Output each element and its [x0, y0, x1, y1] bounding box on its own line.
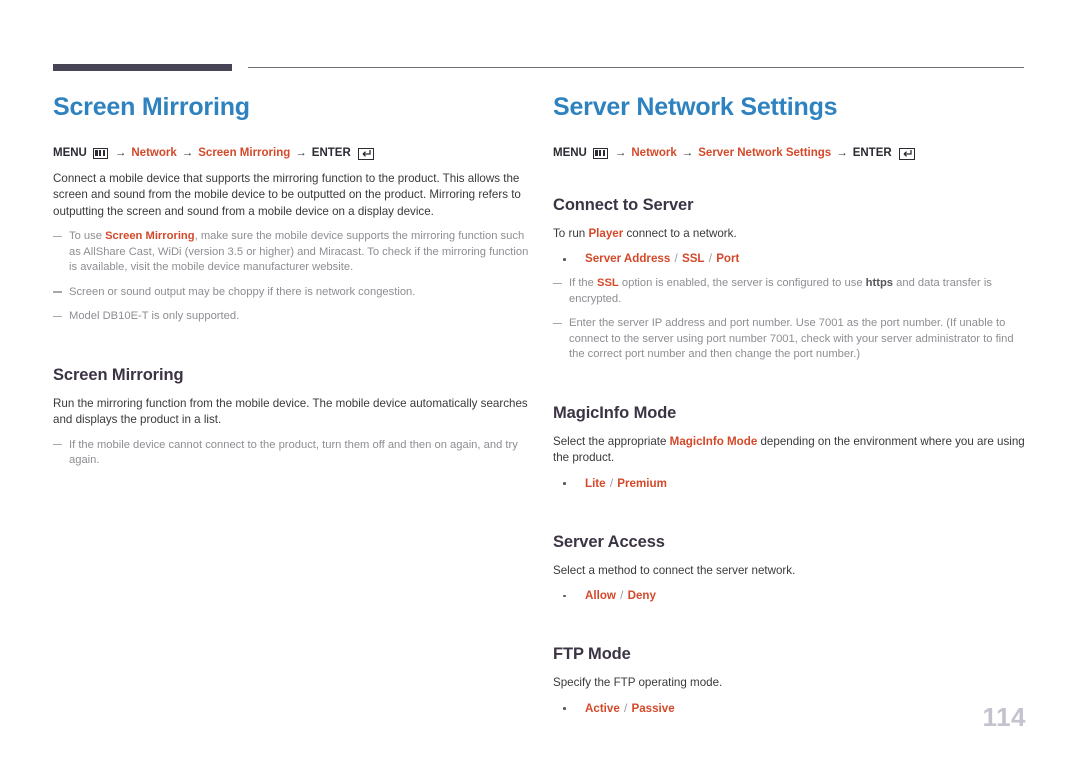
header-rule-thick: [53, 64, 232, 71]
header-rule-group: [53, 64, 1024, 74]
body-pre: Select the appropriate: [553, 434, 670, 448]
section-body-screen-mirroring: Run the mirroring function from the mobi…: [53, 396, 528, 427]
section-note-screen-mirroring: If the mobile device cannot connect to t…: [53, 438, 531, 469]
section-body-magicinfo-mode: Select the appropriate MagicInfo Mode de…: [553, 434, 1031, 467]
arrow-icon-1: →: [114, 147, 127, 159]
option-port: Port: [716, 252, 740, 266]
note-ssl: If the SSL option is enabled, the server…: [553, 276, 1031, 307]
note-ssl-pre: If the: [569, 277, 597, 290]
menu-path-step-screen-mirroring: Screen Mirroring: [198, 147, 291, 159]
option-list-connect-to-server: Server Address / SSL / Port: [553, 251, 1031, 267]
note-port-number: Enter the server IP address and port num…: [553, 316, 1031, 363]
note-port-text: Enter the server IP address and port num…: [569, 317, 1014, 361]
page-title-server-network-settings: Server Network Settings: [553, 93, 838, 121]
section-heading-magicinfo-mode: MagicInfo Mode: [553, 403, 677, 422]
enter-label: ENTER: [311, 147, 351, 159]
arrow-icon-3: →: [836, 147, 848, 159]
body-accent-player: Player: [588, 227, 624, 240]
note-ssl-mid: option is enabled, the server is configu…: [618, 277, 866, 290]
option-lite: Lite: [585, 476, 606, 490]
menu-label: MENU: [53, 147, 87, 159]
menu-grid-icon: [92, 148, 108, 159]
section-heading-ftp-mode: FTP Mode: [553, 645, 631, 664]
arrow-icon-3: →: [295, 147, 307, 159]
option-deny: Deny: [627, 589, 656, 603]
option-separator: /: [620, 701, 631, 715]
menu-path-step-network: Network: [131, 147, 177, 159]
option-separator: /: [616, 589, 627, 603]
section-body-ftp-mode: Specify the FTP operating mode.: [553, 676, 723, 690]
option-passive: Passive: [631, 701, 675, 715]
note-1-pre: To use: [69, 230, 106, 243]
menu-path-step-network: Network: [631, 147, 677, 159]
body-accent-magicinfo-mode: MagicInfo Mode: [669, 434, 758, 448]
option-allow: Allow: [585, 589, 616, 603]
intro-paragraph: Connect a mobile device that supports th…: [53, 172, 521, 218]
arrow-icon-2: →: [181, 147, 194, 159]
enter-return-icon: [357, 147, 374, 160]
section-heading-connect-to-server: Connect to Server: [553, 196, 694, 214]
header-rule-thin: [248, 67, 1024, 68]
arrow-icon-1: →: [614, 147, 627, 159]
arrow-icon-2: →: [681, 147, 694, 159]
section-heading-server-access: Server Access: [553, 532, 665, 551]
option-separator: /: [705, 252, 716, 266]
option-server-address: Server Address: [585, 252, 671, 266]
note-ssl-bold-https: https: [865, 277, 894, 290]
manual-page: Screen Mirroring MENU → Network → Screen…: [0, 0, 1080, 763]
body-pre: To run: [553, 227, 589, 240]
option-list-server-access: Allow / Deny: [553, 588, 1031, 604]
note-3-text: Model DB10E-T is only supported.: [69, 310, 240, 323]
note-item-3: Model DB10E-T is only supported.: [53, 309, 531, 325]
menu-path-server-network-settings: MENU → Network → Server Network Settings…: [553, 146, 1031, 161]
section-note-text: If the mobile device cannot connect to t…: [69, 438, 518, 467]
note-item-2: Screen or sound output may be choppy if …: [53, 285, 531, 301]
note-2-text: Screen or sound output may be choppy if …: [69, 285, 416, 298]
body-post: connect to a network.: [623, 227, 737, 240]
option-active: Active: [585, 701, 620, 715]
menu-path-step-server-network-settings: Server Network Settings: [698, 147, 832, 159]
left-column: Screen Mirroring MENU → Network → Screen…: [53, 92, 531, 469]
option-separator: /: [671, 252, 681, 266]
section-body-server-access: Select a method to connect the server ne…: [553, 563, 796, 577]
page-number: 114: [982, 702, 1026, 732]
menu-path-screen-mirroring: MENU → Network → Screen Mirroring → ENTE…: [53, 146, 531, 161]
right-column: Server Network Settings MENU → Network →…: [553, 92, 1031, 717]
page-title-screen-mirroring: Screen Mirroring: [53, 93, 250, 121]
note-1-accent: Screen Mirroring: [105, 230, 195, 243]
enter-return-icon: [898, 147, 915, 160]
option-premium: Premium: [617, 476, 667, 490]
menu-grid-icon: [592, 148, 608, 159]
option-ssl: SSL: [681, 252, 705, 266]
enter-label: ENTER: [852, 147, 892, 159]
option-list-magicinfo-mode: Lite / Premium: [553, 476, 1031, 492]
note-ssl-accent: SSL: [597, 277, 619, 290]
note-item-1: To use Screen Mirroring, make sure the m…: [53, 229, 531, 276]
section-body-connect-to-server: To run Player connect to a network.: [553, 226, 1031, 242]
option-list-ftp-mode: Active / Passive: [553, 701, 1031, 717]
section-heading-screen-mirroring: Screen Mirroring: [53, 365, 184, 384]
menu-label: MENU: [553, 147, 587, 159]
option-separator: /: [606, 476, 617, 490]
